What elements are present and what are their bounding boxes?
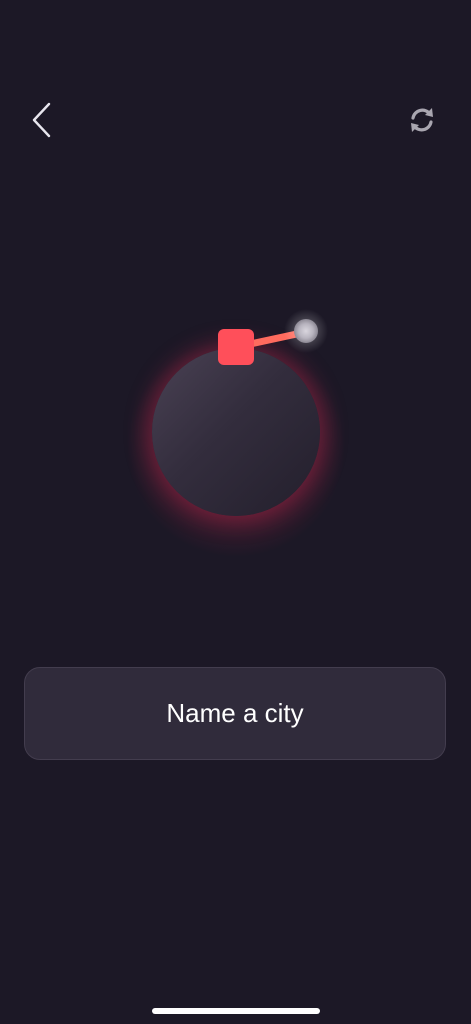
refresh-button[interactable] [400,98,444,142]
back-button[interactable] [22,96,62,144]
refresh-icon [411,108,433,132]
bomb-cap [218,329,254,365]
fuse-spark [294,319,318,343]
chevron-left-icon [32,102,51,138]
prompt-text: Name a city [166,698,304,728]
home-indicator[interactable] [152,1008,320,1014]
bomb-icon [110,300,360,558]
answer-input[interactable]: Name a city [24,667,446,760]
bomb-fuse [218,309,328,365]
game-screen: Name a city [0,0,471,1024]
